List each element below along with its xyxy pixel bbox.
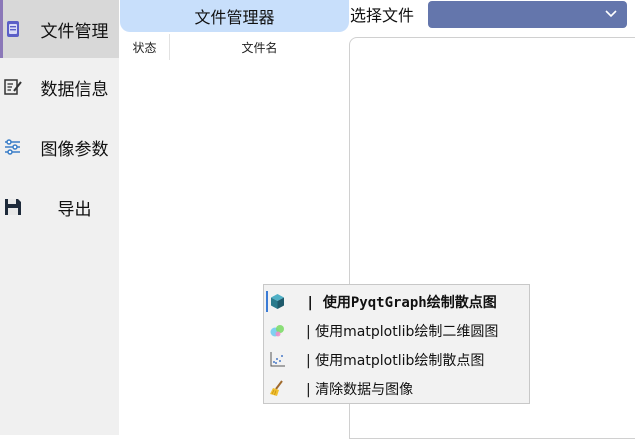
menu-item-label: | 使用matplotlib绘制二维圆图	[306, 323, 499, 340]
sidebar-item-label: 图像参数	[40, 139, 109, 160]
cube-icon	[271, 294, 284, 309]
sidebar: 文件管理 数据信息 图像参数 导出	[0, 0, 119, 435]
menu-item-label: | 使用PyqtGraph绘制散点图	[306, 294, 497, 311]
menu-item-label: | 使用matplotlib绘制散点图	[306, 352, 485, 369]
sidebar-item-export[interactable]: 导出	[0, 178, 119, 236]
file-select-label: 选择文件	[350, 6, 415, 25]
file-manager-title: 文件管理器	[120, 0, 349, 32]
menu-item-matplotlib-scatter[interactable]: | 使用matplotlib绘制散点图	[264, 345, 529, 374]
file-table-header: 状态 文件名	[120, 34, 349, 60]
menu-item-clear[interactable]: | 清除数据与图像	[264, 374, 529, 403]
sidebar-item-label: 文件管理	[40, 21, 109, 42]
chevron-down-icon	[605, 10, 617, 18]
save-icon	[5, 199, 21, 215]
document-icon	[7, 21, 19, 37]
broom-icon	[270, 380, 283, 396]
circles-icon	[270, 325, 284, 337]
sidebar-item-file-management[interactable]: 文件管理	[0, 0, 119, 58]
column-header-filename[interactable]: 文件名	[170, 34, 349, 60]
sidebar-item-label: 数据信息	[40, 79, 109, 100]
sliders-icon	[5, 139, 20, 155]
sidebar-item-image-params[interactable]: 图像参数	[0, 118, 119, 176]
column-header-status[interactable]: 状态	[120, 34, 170, 60]
sidebar-item-data-info[interactable]: 数据信息	[0, 58, 119, 116]
scatter-icon	[270, 352, 285, 367]
context-menu: | 使用PyqtGraph绘制散点图 | 使用matplotlib绘制二维圆图 …	[263, 284, 530, 404]
edit-note-icon	[4, 79, 22, 95]
menu-item-label: | 清除数据与图像	[306, 381, 414, 398]
sidebar-item-label: 导出	[57, 199, 92, 220]
menu-item-matplotlib-circle[interactable]: | 使用matplotlib绘制二维圆图	[264, 316, 529, 345]
file-select-dropdown[interactable]	[428, 1, 627, 28]
menu-item-pyqtgraph-scatter[interactable]: | 使用PyqtGraph绘制散点图	[264, 287, 529, 316]
